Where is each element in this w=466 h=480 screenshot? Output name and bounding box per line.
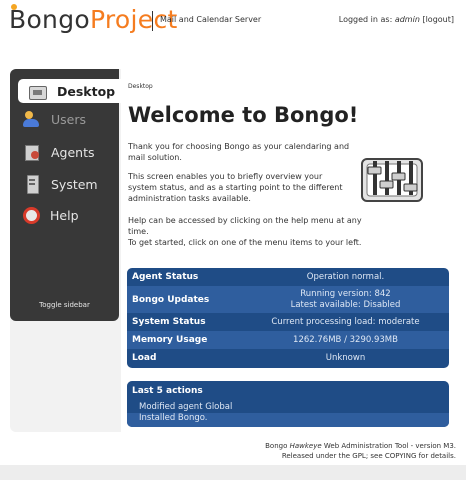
help-paragraph: Help can be accessed by clicking on the … xyxy=(128,215,373,248)
page-title: Welcome to Bongo! xyxy=(128,103,359,127)
status-row-system: System Status Current processing load: m… xyxy=(127,313,449,331)
header-subtitle: Mail and Calendar Server xyxy=(160,15,262,24)
logo-star-icon xyxy=(11,4,17,10)
header-separator xyxy=(152,11,153,31)
status-label: Memory Usage xyxy=(132,335,208,345)
latest-available: Latest available: Disabled xyxy=(290,299,401,310)
status-row-agent: Agent Status Operation normal. xyxy=(127,268,449,286)
logout-link[interactable]: [logout] xyxy=(422,15,454,24)
sidebar-item-desktop[interactable]: Desktop xyxy=(18,79,129,103)
action-item: Modified agent Global xyxy=(139,402,233,412)
footer: Bongo Hawkeye Web Administration Tool - … xyxy=(265,441,456,461)
system-icon xyxy=(23,175,41,194)
status-table: Agent Status Operation normal. Bongo Upd… xyxy=(127,268,449,368)
sidebar-item-label: Agents xyxy=(51,144,95,160)
status-value: Operation normal. xyxy=(306,271,385,282)
sidebar-item-agents[interactable]: Agents xyxy=(10,140,119,164)
status-row-memory: Memory Usage 1262.76MB / 3290.93MB xyxy=(127,331,449,349)
desktop-icon xyxy=(29,85,47,100)
help-text: Help can be accessed by clicking on the … xyxy=(128,216,362,236)
login-prefix: Logged in as: xyxy=(338,15,395,24)
sidebar: Desktop Users Agents System Help Toggle … xyxy=(10,69,129,321)
login-username: admin xyxy=(394,15,420,24)
bottom-bar xyxy=(0,465,466,480)
login-status: Logged in as: admin [logout] xyxy=(339,15,454,24)
sidebar-item-label: Desktop xyxy=(57,83,116,99)
intro-paragraph: Thank you for choosing Bongo as your cal… xyxy=(128,142,350,162)
status-label: Bongo Updates xyxy=(132,294,210,305)
status-value: Running version: 842 Latest available: D… xyxy=(242,289,449,311)
overview-paragraph: This screen enables you to briefly overv… xyxy=(128,172,343,203)
footer-license: Released under the GPL; see COPYING for … xyxy=(281,452,456,460)
last-actions-title: Last 5 actions xyxy=(132,386,203,396)
footer-prefix: Bongo xyxy=(265,442,290,450)
agents-icon xyxy=(23,143,41,161)
mixer-console-icon xyxy=(361,158,423,202)
toggle-sidebar-link[interactable]: Toggle sidebar xyxy=(10,301,119,309)
status-row-load: Load Unknown xyxy=(127,349,449,367)
status-row-updates: Bongo Updates Running version: 842 Lates… xyxy=(127,286,449,313)
action-item: Installed Bongo. xyxy=(127,413,449,427)
status-value: Unknown xyxy=(325,352,366,363)
status-value: Current processing load: moderate xyxy=(271,316,420,327)
breadcrumb[interactable]: Desktop xyxy=(128,83,153,90)
sidebar-item-users[interactable]: Users xyxy=(10,107,119,131)
help-icon xyxy=(23,206,40,224)
users-icon xyxy=(23,110,41,128)
status-value: 1262.76MB / 3290.93MB xyxy=(293,334,398,345)
sidebar-item-system[interactable]: System xyxy=(10,172,119,196)
sidebar-item-help[interactable]: Help xyxy=(10,203,119,227)
status-label: Load xyxy=(132,353,157,363)
sidebar-item-label: Help xyxy=(50,207,79,223)
footer-hawkeye: Hawkeye xyxy=(289,442,322,450)
logo-text-bongo: Bongo xyxy=(9,5,90,34)
footer-suffix: Web Administration Tool - version M3. xyxy=(321,442,456,450)
status-label: Agent Status xyxy=(132,272,199,282)
running-version: Running version: 842 xyxy=(300,288,391,299)
last-actions-panel: Last 5 actions Modified agent Global Ins… xyxy=(127,381,449,427)
getting-started-text: To get started, click on one of the menu… xyxy=(128,238,362,247)
status-label: System Status xyxy=(132,317,206,327)
sidebar-item-label: System xyxy=(51,176,98,192)
sidebar-item-label: Users xyxy=(51,111,87,127)
